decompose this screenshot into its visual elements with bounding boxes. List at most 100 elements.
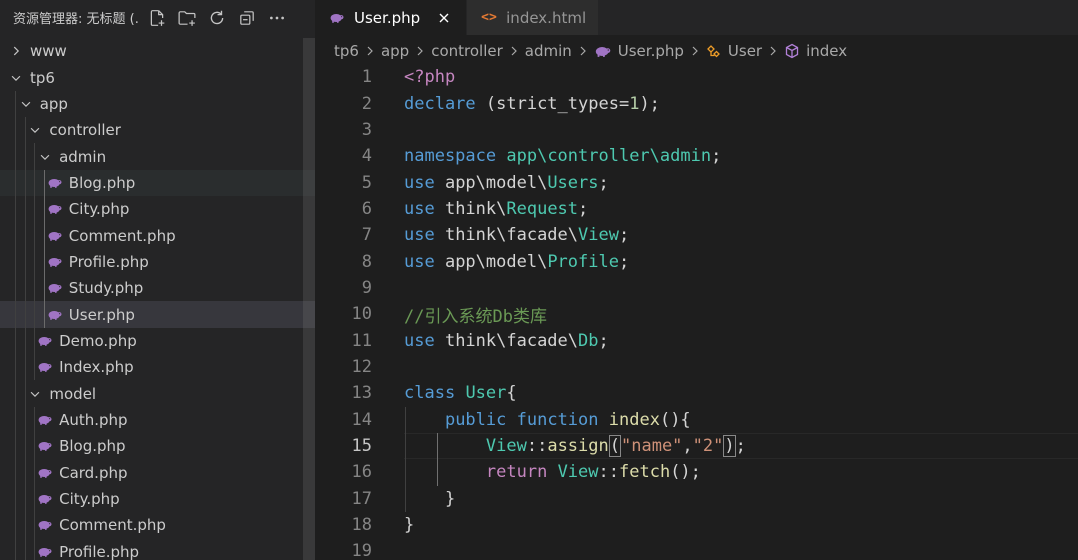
indent-guide xyxy=(34,327,35,355)
chevron-down-icon[interactable] xyxy=(8,70,24,86)
tree-file-index-php[interactable]: Index.php xyxy=(0,354,315,381)
code-line[interactable]: 1 <?php xyxy=(315,64,1078,90)
code-line[interactable]: 2 declare (strict_types=1); xyxy=(315,90,1078,116)
indent-guide xyxy=(25,248,26,276)
html-icon: <> xyxy=(481,10,497,25)
chevron-right-icon xyxy=(507,44,521,58)
code-token: , xyxy=(682,436,693,457)
code-line[interactable]: 4 namespace app\controller\admin; xyxy=(315,143,1078,169)
code-editor[interactable]: 1 <?php 2 declare (strict_types=1); 3 4 namesp… xyxy=(315,64,1078,560)
php-icon xyxy=(37,438,53,454)
indent-guide xyxy=(44,301,45,328)
new-folder-icon[interactable] xyxy=(176,7,198,29)
tree-file-card-php[interactable]: Card.php xyxy=(0,459,315,486)
tree-folder-tp6[interactable]: tp6 xyxy=(0,64,315,90)
class-icon xyxy=(706,43,722,59)
code-token: fetch xyxy=(619,462,671,483)
code-token: app\model\ xyxy=(434,172,548,193)
code-line[interactable]: 14 public function index(){ xyxy=(315,407,1078,433)
tree-file-comment-php[interactable]: Comment.php xyxy=(0,222,315,249)
breadcrumb-item-user-php[interactable]: User.php xyxy=(594,42,684,60)
code-token: View xyxy=(485,436,527,457)
tree-folder-model[interactable]: model xyxy=(0,380,315,407)
tree-file-blog-php[interactable]: Blog.php xyxy=(0,169,315,197)
chevron-down-icon[interactable] xyxy=(18,96,34,112)
new-file-icon[interactable] xyxy=(146,7,168,29)
breadcrumb-item-tp6[interactable]: tp6 xyxy=(334,42,359,60)
code-line[interactable]: 11 use think\facade\Db; xyxy=(315,328,1078,354)
php-icon xyxy=(37,412,53,428)
code-line[interactable]: 15 View::assign("name","2"); xyxy=(315,433,1078,459)
tree-folder-www[interactable]: www xyxy=(0,38,315,64)
code-line[interactable]: 6 use think\Request; xyxy=(315,196,1078,222)
breadcrumb: tp6 app controller admin User.php User i… xyxy=(315,38,1078,64)
php-icon xyxy=(47,175,63,191)
code-line[interactable]: 18} xyxy=(315,512,1078,538)
tree-folder-admin[interactable]: admin xyxy=(0,143,315,170)
indent-guide xyxy=(25,538,26,560)
indent-guide xyxy=(15,90,16,118)
code-line[interactable]: 8 use app\model\Profile; xyxy=(315,248,1078,274)
collapse-all-icon[interactable] xyxy=(236,7,258,29)
code-line[interactable]: 7 use think\facade\View; xyxy=(315,222,1078,248)
tree-folder-controller[interactable]: controller xyxy=(0,117,315,144)
code-line[interactable]: 5 use app\model\Users; xyxy=(315,169,1078,195)
chevron-right-icon[interactable] xyxy=(8,43,24,59)
breadcrumb-label: admin xyxy=(524,42,572,60)
indent-guide xyxy=(44,169,45,197)
indent-guide xyxy=(25,327,26,355)
tree-file-city-php[interactable]: City.php xyxy=(0,485,315,513)
code-line[interactable]: 3 xyxy=(315,117,1078,143)
code-text: declare (strict_types=1); xyxy=(404,94,660,114)
tree-folder-app[interactable]: app xyxy=(0,90,315,118)
code-line[interactable]: 16 return View::fetch(); xyxy=(315,459,1078,485)
indent-guide xyxy=(25,459,26,486)
tree-file-user-php[interactable]: User.php xyxy=(0,301,315,328)
code-token: "2" xyxy=(692,436,724,457)
indent-guide xyxy=(34,275,35,302)
chevron-right-icon xyxy=(363,44,377,58)
chevron-down-icon[interactable] xyxy=(27,122,43,138)
sidebar-scrollbar-thumb[interactable] xyxy=(303,38,315,560)
code-text: View::assign("name","2"); xyxy=(404,435,746,458)
breadcrumb-item-user-class[interactable]: User xyxy=(706,42,762,60)
tab-index-html[interactable]: <> index.html xyxy=(467,0,600,35)
indent-guide xyxy=(15,406,16,434)
tree-file-blog-php[interactable]: Blog.php xyxy=(0,433,315,460)
code-token: ; xyxy=(598,172,609,193)
breadcrumb-item-app[interactable]: app xyxy=(381,42,409,60)
tree-file-comment-php[interactable]: Comment.php xyxy=(0,512,315,539)
breadcrumb-item-admin[interactable]: admin xyxy=(525,42,572,60)
code-line[interactable]: 10 //引入系统Db类库 xyxy=(315,301,1078,327)
close-icon[interactable] xyxy=(434,8,454,28)
breadcrumb-item-controller[interactable]: controller xyxy=(431,42,503,60)
code-line[interactable]: 17 } xyxy=(315,486,1078,512)
refresh-icon[interactable] xyxy=(206,7,228,29)
tree-file-profile-php[interactable]: Profile.php xyxy=(0,248,315,276)
line-number: 5 xyxy=(361,172,372,193)
chevron-down-icon[interactable] xyxy=(27,386,43,402)
code-line[interactable]: 13 class User{ xyxy=(315,380,1078,406)
indent-guide xyxy=(25,485,26,513)
code-token: use xyxy=(404,172,435,193)
tab-user-php[interactable]: User.php xyxy=(315,0,468,35)
tree-file-profile-php[interactable]: Profile.php xyxy=(0,538,315,560)
breadcrumb-item-index-method[interactable]: index xyxy=(784,42,847,60)
chevron-down-icon[interactable] xyxy=(37,149,53,165)
tree-file-demo-php[interactable]: Demo.php xyxy=(0,327,315,355)
tree-file-city-php[interactable]: City.php xyxy=(0,196,315,223)
tree-file-auth-php[interactable]: Auth.php xyxy=(0,406,315,434)
code-line[interactable]: 12 xyxy=(315,354,1078,380)
code-line[interactable]: 19 xyxy=(315,538,1078,560)
more-icon[interactable] xyxy=(266,7,288,29)
code-token: ); xyxy=(639,93,660,114)
code-token: assign xyxy=(547,436,609,457)
code-token: Request xyxy=(506,198,579,219)
code-text: use app\model\Profile; xyxy=(404,252,629,272)
code-line[interactable]: 9 xyxy=(315,275,1078,301)
tree-file-study-php[interactable]: Study.php xyxy=(0,275,315,302)
sidebar-scrollbar[interactable] xyxy=(303,38,315,560)
